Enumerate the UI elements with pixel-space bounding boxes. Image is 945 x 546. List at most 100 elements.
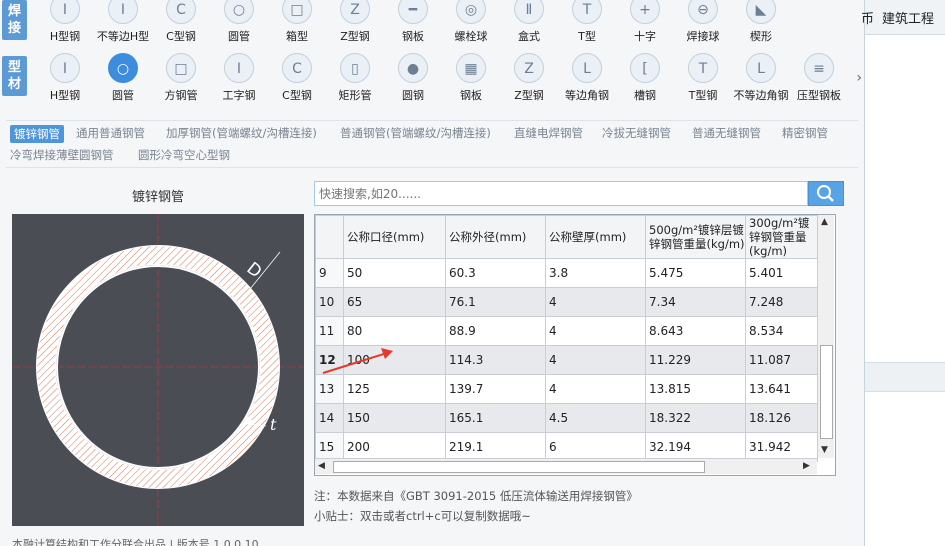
subtab-2[interactable]: 加厚钢管(管端螺纹/沟槽连接) bbox=[166, 125, 317, 141]
subtab-9[interactable]: 圆形冷弯空心型钢 bbox=[138, 147, 230, 163]
more-chevron-icon[interactable]: › bbox=[856, 70, 862, 86]
row1-item-9[interactable]: T T型 bbox=[558, 0, 616, 44]
row2-item-8[interactable]: Z Z型钢 bbox=[500, 53, 558, 103]
table-cell[interactable]: 11.087 bbox=[745, 345, 818, 375]
table-cell[interactable]: 7.248 bbox=[745, 287, 818, 317]
table-cell[interactable]: 139.7 bbox=[445, 374, 546, 404]
subtab-3[interactable]: 普通钢管(管端螺纹/沟槽连接) bbox=[340, 125, 491, 141]
table-cell[interactable]: 4 bbox=[545, 316, 646, 346]
vertical-scrollbar[interactable]: ▲ ▼ bbox=[817, 215, 834, 458]
row2-item-13[interactable]: ≡ 压型钢板 bbox=[790, 53, 848, 103]
row2-item-0[interactable]: I H型钢 bbox=[36, 53, 94, 103]
table-cell[interactable]: 65 bbox=[343, 287, 446, 317]
column-header[interactable]: 公称外径(mm) bbox=[445, 215, 546, 259]
subtab-5[interactable]: 冷拔无缝钢管 bbox=[602, 125, 671, 141]
row-index-cell[interactable]: 10 bbox=[315, 287, 344, 317]
table-cell[interactable]: 88.9 bbox=[445, 316, 546, 346]
steel-profile-icon: C bbox=[282, 53, 312, 83]
row1-item-1[interactable]: I 不等边H型 bbox=[94, 0, 152, 44]
column-header[interactable]: 公称壁厚(mm) bbox=[545, 215, 646, 259]
subtab-1[interactable]: 通用普通钢管 bbox=[76, 125, 145, 141]
table-cell[interactable]: 150 bbox=[343, 403, 446, 433]
row2-item-1[interactable]: ○ 圆管 bbox=[94, 53, 152, 103]
row1-item-12[interactable]: ◣ 楔形 bbox=[732, 0, 790, 44]
row1-item-10[interactable]: + 十字 bbox=[616, 0, 674, 44]
column-header[interactable] bbox=[315, 215, 344, 259]
table-cell[interactable]: 4.5 bbox=[545, 403, 646, 433]
table-cell[interactable]: 18.322 bbox=[645, 403, 746, 433]
annotation-arrow-icon bbox=[322, 348, 393, 374]
table-row[interactable]: 14 150 165.1 4.5 18.322 18.126 bbox=[315, 403, 818, 433]
table-cell[interactable]: 114.3 bbox=[445, 345, 546, 375]
row2-item-3[interactable]: I 工字钢 bbox=[210, 53, 268, 103]
table-cell[interactable]: 4 bbox=[545, 287, 646, 317]
table-cell[interactable]: 7.34 bbox=[645, 287, 746, 317]
table-cell[interactable]: 11.229 bbox=[645, 345, 746, 375]
steel-profile-icon: ◣ bbox=[746, 0, 776, 24]
row1-item-4[interactable]: □ 箱型 bbox=[268, 0, 326, 44]
row2-item-label: 圆钢 bbox=[402, 89, 424, 102]
table-cell[interactable]: 4 bbox=[545, 374, 646, 404]
row1-item-7[interactable]: ◎ 螺栓球 bbox=[442, 0, 500, 44]
table-cell[interactable]: 5.475 bbox=[645, 258, 746, 288]
row1-item-0[interactable]: I H型钢 bbox=[36, 0, 94, 44]
row2-item-7[interactable]: ▦ 钢板 bbox=[442, 53, 500, 103]
row2-item-6[interactable]: ● 圆钢 bbox=[384, 53, 442, 103]
subtab-7[interactable]: 精密钢管 bbox=[782, 125, 828, 141]
column-header[interactable]: 300g/m²镀锌钢管重量(kg/m) bbox=[745, 215, 818, 259]
table-cell[interactable]: 50 bbox=[343, 258, 446, 288]
table-cell[interactable]: 4 bbox=[545, 345, 646, 375]
search-box[interactable] bbox=[314, 181, 808, 206]
steel-profile-icon: I bbox=[50, 53, 80, 83]
table-cell[interactable]: 8.643 bbox=[645, 316, 746, 346]
scroll-right-icon[interactable]: ▶ bbox=[803, 461, 810, 471]
row2-item-4[interactable]: C C型钢 bbox=[268, 53, 326, 103]
table-cell[interactable]: 60.3 bbox=[445, 258, 546, 288]
profile-category-tag[interactable]: 型材 bbox=[2, 56, 27, 96]
row2-item-label: 矩形管 bbox=[338, 89, 372, 102]
column-header[interactable]: 公称口径(mm) bbox=[343, 215, 446, 259]
vertical-scroll-thumb[interactable] bbox=[820, 345, 833, 439]
table-cell[interactable]: 8.534 bbox=[745, 316, 818, 346]
row2-item-label: 压型钢板 bbox=[797, 89, 841, 102]
subtab-0[interactable]: 镀锌钢管 bbox=[10, 125, 64, 143]
table-cell[interactable]: 13.815 bbox=[645, 374, 746, 404]
scroll-down-icon[interactable]: ▼ bbox=[821, 445, 828, 455]
row-index-cell[interactable]: 9 bbox=[315, 258, 344, 288]
scroll-up-icon[interactable]: ▲ bbox=[821, 217, 828, 227]
row1-item-6[interactable]: ━ 钢板 bbox=[384, 0, 442, 44]
row1-item-2[interactable]: C C型钢 bbox=[152, 0, 210, 44]
steel-profile-icon: T bbox=[688, 53, 718, 83]
table-cell[interactable]: 165.1 bbox=[445, 403, 546, 433]
row1-item-11[interactable]: ⊖ 焊接球 bbox=[674, 0, 732, 44]
row2-item-2[interactable]: □ 方钢管 bbox=[152, 53, 210, 103]
row1-item-5[interactable]: Z Z型钢 bbox=[326, 0, 384, 44]
row1-item-3[interactable]: ○ 圆管 bbox=[210, 0, 268, 44]
search-button[interactable] bbox=[808, 181, 844, 206]
subtab-6[interactable]: 普通无缝钢管 bbox=[692, 125, 761, 141]
row2-item-9[interactable]: L 等边角钢 bbox=[558, 53, 616, 103]
search-input[interactable] bbox=[315, 182, 801, 206]
table-cell[interactable]: 5.401 bbox=[745, 258, 818, 288]
table-row[interactable]: 10 65 76.1 4 7.34 7.248 bbox=[315, 287, 818, 317]
column-header[interactable]: 500g/m²镀锌层镀锌钢管重量(kg/m) bbox=[645, 215, 746, 259]
table-row[interactable]: 9 50 60.3 3.8 5.475 5.401 bbox=[315, 258, 818, 288]
row-index-cell[interactable]: 14 bbox=[315, 403, 344, 433]
horizontal-scroll-thumb[interactable] bbox=[333, 461, 705, 473]
scroll-left-icon[interactable]: ◀ bbox=[318, 461, 325, 471]
weld-category-tag[interactable]: 焊接 bbox=[2, 0, 27, 40]
table-cell[interactable]: 13.641 bbox=[745, 374, 818, 404]
subtab-4[interactable]: 直缝电焊钢管 bbox=[514, 125, 583, 141]
table-cell[interactable]: 76.1 bbox=[445, 287, 546, 317]
subtab-8[interactable]: 冷弯焊接薄壁圆钢管 bbox=[10, 147, 114, 163]
table-cell[interactable]: 18.126 bbox=[745, 403, 818, 433]
row2-item-12[interactable]: L 不等边角钢 bbox=[732, 53, 790, 103]
row1-item-8[interactable]: Ⅱ 盒式 bbox=[500, 0, 558, 44]
row2-item-5[interactable]: ▯ 矩形管 bbox=[326, 53, 384, 103]
right-pane-label-2[interactable]: 建筑工程 bbox=[882, 8, 934, 27]
table-cell[interactable]: 3.8 bbox=[545, 258, 646, 288]
row1-item-label: 螺栓球 bbox=[454, 30, 488, 43]
horizontal-scrollbar[interactable]: ◀ ▶ bbox=[315, 458, 817, 474]
row2-item-11[interactable]: T T型钢 bbox=[674, 53, 732, 103]
row2-item-10[interactable]: [槽钢 bbox=[616, 53, 674, 103]
